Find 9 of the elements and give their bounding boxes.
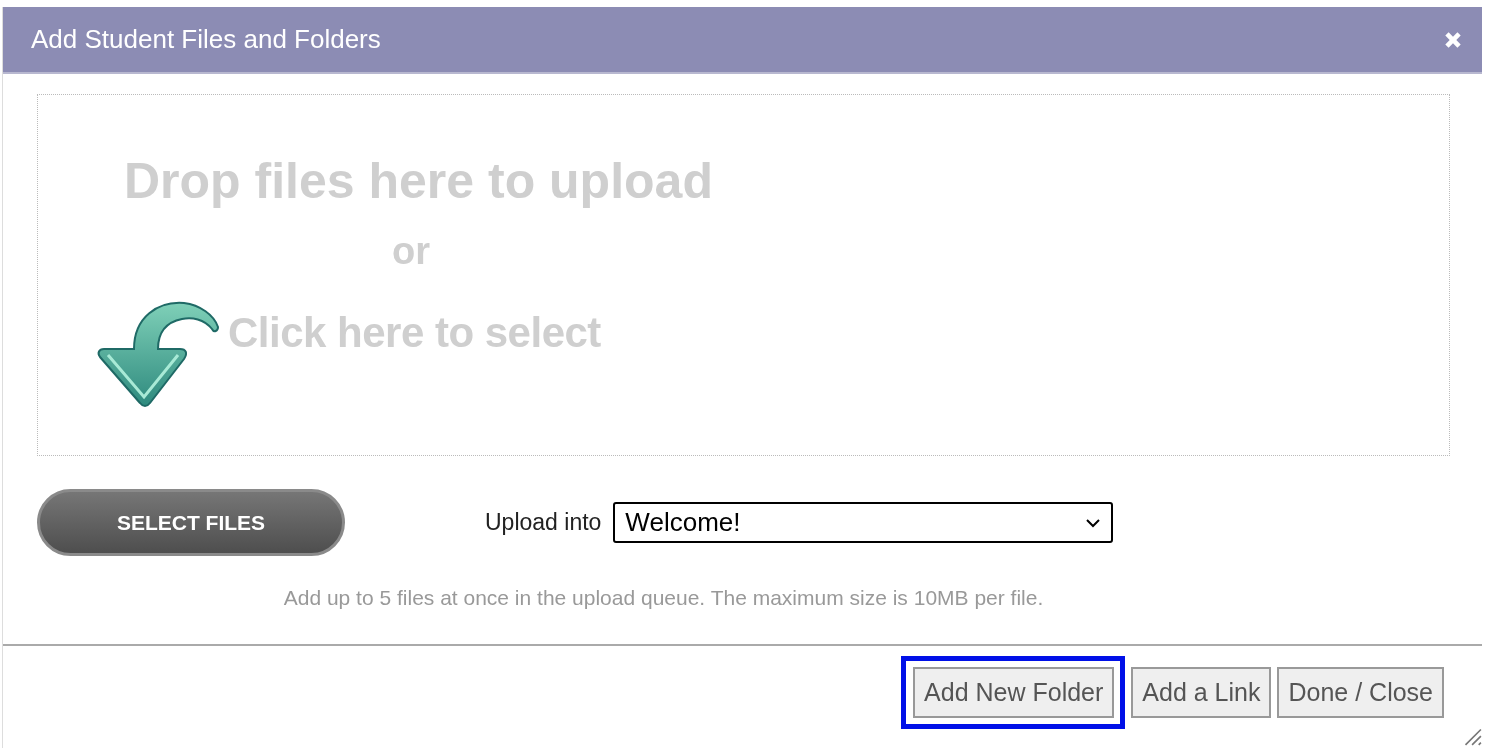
window-title: Add Student Files and Folders [31, 24, 381, 55]
dialog-button[interactable]: Add a Link [1131, 667, 1272, 718]
upload-into-label: Upload into [485, 509, 602, 536]
chevron-down-icon [1085, 517, 1102, 528]
select-files-button[interactable]: SELECT FILES [37, 489, 345, 556]
dialog-button[interactable]: Add New Folder [913, 667, 1115, 718]
upload-hint: Add up to 5 files at once in the upload queue. The maximum size is 10MB per file. [282, 586, 1045, 610]
folder-dropdown[interactable]: Welcome! [613, 502, 1114, 543]
dialog-button[interactable]: Done / Close [1277, 667, 1444, 718]
